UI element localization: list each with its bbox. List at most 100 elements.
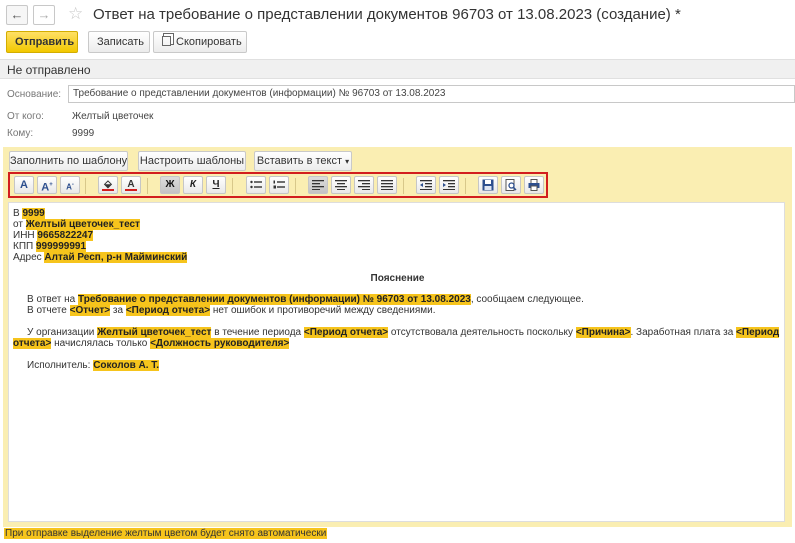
doc-to-value: 9999 <box>22 208 45 219</box>
separator <box>465 178 466 194</box>
doc-paragraph-3-cont: отчета> начислялась только <Должность ру… <box>13 338 290 349</box>
indent-icon <box>443 180 455 190</box>
forward-button[interactable]: → <box>33 5 55 25</box>
footnote-hint: При отправке выделение желтым цветом буд… <box>4 528 328 539</box>
print-preview-button[interactable] <box>501 176 521 194</box>
doc-inn-value: 9665822247 <box>37 230 94 241</box>
numbered-list-button[interactable] <box>269 176 289 194</box>
from-value: Желтый цветочек <box>72 111 154 122</box>
align-justify-icon <box>381 180 393 190</box>
status-bar: Не отправлено <box>0 59 795 79</box>
favorite-star-icon[interactable]: ☆ <box>68 4 83 24</box>
to-value: 9999 <box>72 128 95 139</box>
text-run: В ответ на <box>27 294 76 305</box>
align-justify-button[interactable] <box>377 176 397 194</box>
doc-kpp-prefix: КПП <box>13 241 34 252</box>
highlighted-field: Желтый цветочек_тест <box>97 327 212 338</box>
formatting-toolbar: A A+ A- ⬙ A Ж К Ч <box>8 172 548 198</box>
bulleted-list-icon <box>250 180 262 189</box>
text-run: . Заработная плата за <box>630 327 734 338</box>
align-left-button[interactable] <box>308 176 328 194</box>
italic-button[interactable]: К <box>183 176 203 194</box>
outdent-icon <box>420 180 432 190</box>
floppy-disk-icon <box>482 179 494 191</box>
doc-address-prefix: Адрес <box>13 252 42 263</box>
to-label: Кому: <box>7 128 34 139</box>
separator <box>295 178 296 194</box>
placeholder-field: <Отчет> <box>69 305 111 316</box>
font-grow-button[interactable]: A+ <box>37 176 57 194</box>
doc-line-to: В 9999 <box>13 208 45 219</box>
placeholder-field: <Должность руководителя> <box>150 338 290 349</box>
doc-from-value: Желтый цветочек_тест <box>25 219 140 230</box>
highlight-color-button[interactable]: ⬙ <box>98 176 118 194</box>
text-color-button[interactable]: A <box>121 176 141 194</box>
copy-icon <box>162 36 171 46</box>
text-run: нет ошибок и противоречий между сведения… <box>212 305 436 316</box>
basis-field[interactable]: Требование о представлении документов (и… <box>68 85 795 103</box>
separator <box>232 178 233 194</box>
indent-decrease-button[interactable] <box>416 176 436 194</box>
save-doc-button[interactable] <box>478 176 498 194</box>
from-label: От кого: <box>7 111 44 122</box>
doc-line-from: от Желтый цветочек_тест <box>13 219 140 230</box>
placeholder-field: <Период <box>736 327 780 338</box>
save-button[interactable]: Записать <box>88 31 150 53</box>
insert-text-label: Вставить в текст <box>256 155 342 167</box>
print-preview-icon <box>505 179 517 191</box>
align-right-icon <box>358 180 370 190</box>
doc-address-value: Алтай Респ, р-н Майминский <box>44 252 188 263</box>
font-button[interactable]: A <box>14 176 34 194</box>
separator <box>403 178 404 194</box>
doc-kpp-value: 999999991 <box>35 241 87 252</box>
doc-paragraph-4: Исполнитель: Соколов А. Т. <box>27 360 160 371</box>
text-run: начислялась только <box>54 338 148 349</box>
send-button[interactable]: Отправить <box>6 31 78 53</box>
underline-button[interactable]: Ч <box>206 176 226 194</box>
placeholder-field: <Причина> <box>575 327 631 338</box>
indent-increase-button[interactable] <box>439 176 459 194</box>
text-run: за <box>112 305 124 316</box>
align-right-button[interactable] <box>354 176 374 194</box>
chevron-down-icon: ▾ <box>345 157 350 166</box>
title-bar: ← → ☆ Ответ на требование о представлени… <box>0 0 795 30</box>
status-text: Не отправлено <box>7 63 91 77</box>
bold-button[interactable]: Ж <box>160 176 180 194</box>
align-center-button[interactable] <box>331 176 351 194</box>
doc-line-inn: ИНН 9665822247 <box>13 230 94 241</box>
fill-template-button[interactable]: Заполнить по шаблону <box>9 151 128 171</box>
text-run: отсутствовала деятельность поскольку <box>390 327 574 338</box>
window-title: Ответ на требование о представлении доку… <box>93 6 681 23</box>
basis-label: Основание: <box>7 89 62 100</box>
text-run: Исполнитель: <box>27 360 91 371</box>
placeholder-field: отчета> <box>13 338 52 349</box>
separator <box>85 178 86 194</box>
doc-line-address: Адрес Алтай Респ, р-н Майминский <box>13 252 188 263</box>
align-center-icon <box>335 180 347 190</box>
doc-paragraph-2: В отчете <Отчет> за <Период отчета> нет … <box>27 305 436 316</box>
bulleted-list-button[interactable] <box>246 176 266 194</box>
doc-line-kpp: КПП 999999991 <box>13 241 87 252</box>
highlighted-field: Соколов А. Т. <box>93 360 160 371</box>
doc-inn-prefix: ИНН <box>13 230 35 241</box>
arrow-right-icon: → <box>37 7 51 22</box>
text-run: в течение периода <box>214 327 302 338</box>
text-run: У организации <box>27 327 95 338</box>
separator <box>147 178 148 194</box>
doc-paragraph-3: У организации Желтый цветочек_тест в теч… <box>27 327 780 338</box>
copy-button[interactable]: Скопировать <box>153 31 247 53</box>
copy-button-label: Скопировать <box>176 36 242 48</box>
insert-text-button[interactable]: Вставить в текст ▾ <box>254 151 352 171</box>
text-color-swatch <box>125 189 137 191</box>
printer-icon <box>528 179 540 191</box>
align-left-icon <box>312 180 324 190</box>
editor-area: Заполнить по шаблону Настроить шаблоны В… <box>3 147 792 527</box>
text-run: , сообщаем следующее. <box>470 294 584 305</box>
document-text-area[interactable]: В 9999 от Желтый цветочек_тест ИНН 96658… <box>8 202 785 522</box>
arrow-left-icon: ← <box>10 7 24 22</box>
font-shrink-button[interactable]: A- <box>60 176 80 194</box>
print-button[interactable] <box>524 176 544 194</box>
back-button[interactable]: ← <box>6 5 28 25</box>
doc-from-prefix: от <box>13 219 23 230</box>
setup-templates-button[interactable]: Настроить шаблоны <box>138 151 246 171</box>
